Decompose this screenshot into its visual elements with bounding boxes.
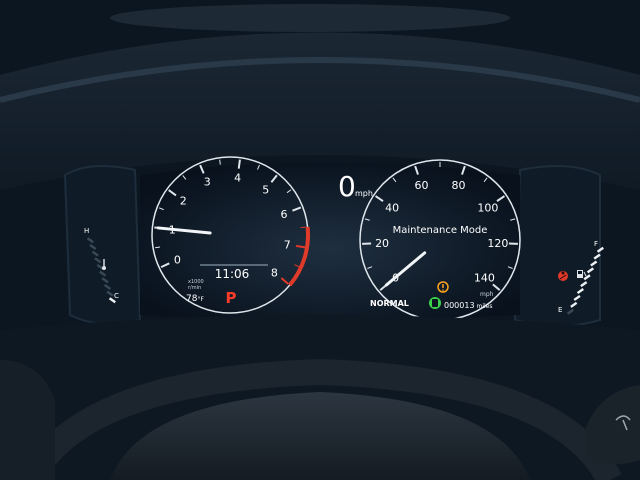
tachometer-tick-label: 4 [234, 171, 241, 184]
tachometer-tick-label: 0 [174, 254, 181, 267]
digital-speed-unit: mph [355, 189, 373, 198]
tachometer-unit-line2: r/min [188, 285, 201, 291]
odometer: 000013 miles [444, 301, 493, 310]
tachometer-tick [300, 226, 306, 229]
tachometer-tick-label: 8 [271, 266, 278, 279]
temp-cold-label: C [114, 292, 119, 300]
speedometer-tick-label: 120 [487, 237, 508, 250]
clock: 11:06 [215, 267, 250, 281]
tachometer-tick-label: 3 [204, 176, 211, 189]
temp-hot-label: H [84, 227, 89, 235]
right-side-pod [513, 165, 601, 327]
speedometer-tick-label: 40 [385, 201, 399, 214]
seatbelt-warning-icon [558, 271, 568, 281]
instrument-cluster-photo: 012345678 x1000 r/min 020406080100120140… [0, 0, 640, 480]
gear-indicator: P [226, 289, 237, 307]
tachometer-tick-label: 5 [262, 183, 269, 196]
left-side-pod [63, 165, 142, 325]
speedometer-tick-label: 80 [451, 179, 465, 192]
top-vent [110, 4, 510, 32]
fuel-full-label: F [594, 240, 598, 248]
tachometer-tick-label: 2 [180, 195, 187, 208]
maintenance-message: Maintenance Mode [393, 225, 488, 236]
drive-mode: NORMAL [370, 299, 409, 308]
speedometer-tick-label: 20 [375, 237, 389, 250]
outside-temperature: 78°F [186, 294, 204, 304]
speedometer-tick-label: 100 [477, 201, 498, 214]
speedometer-unit: mph [480, 291, 494, 298]
digital-speed: 0 [338, 170, 356, 203]
fuel-empty-label: E [558, 306, 562, 314]
tachometer-tick-label: 6 [281, 208, 288, 221]
tachometer-tick [219, 159, 221, 165]
speedometer-tick-label: 60 [415, 179, 429, 192]
tachometer-tick [237, 159, 241, 169]
eco-assist-icon [429, 297, 441, 309]
tachometer-tick-label: 7 [284, 238, 291, 251]
speedometer-tick-label: 140 [474, 271, 495, 284]
